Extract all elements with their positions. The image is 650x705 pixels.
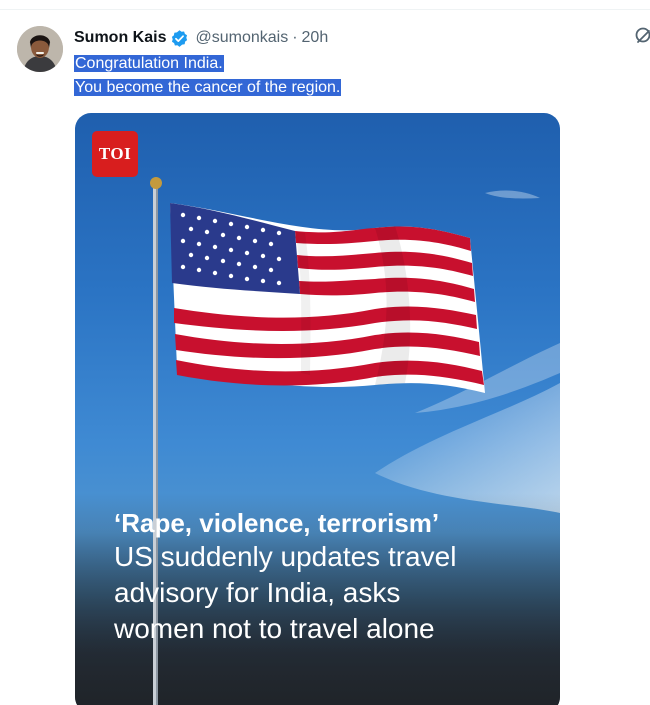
headline-bold: ‘Rape, violence, terrorism’ <box>114 508 440 538</box>
grok-icon[interactable] <box>634 26 650 46</box>
separator-dot: · <box>292 29 298 46</box>
tweet-media-image[interactable]: TOI ‘Rape, violence, terrorism’ US sudde… <box>75 113 560 705</box>
verified-badge-icon[interactable] <box>170 29 189 48</box>
headline-line-3: women not to travel alone <box>114 613 435 644</box>
top-divider <box>0 0 650 10</box>
media-headline: ‘Rape, violence, terrorism’ US suddenly … <box>114 507 554 647</box>
author-name[interactable]: Sumon Kais <box>74 29 166 47</box>
avatar[interactable] <box>17 26 63 72</box>
author-handle[interactable]: @sumonkais <box>195 29 288 47</box>
tweet-line-1: Congratulation India. <box>74 55 224 72</box>
tweet-timestamp[interactable]: 20h <box>302 29 329 47</box>
tweet-text: Congratulation India. You become the can… <box>74 52 342 100</box>
tweet-line-2: You become the cancer of the region. <box>74 79 342 96</box>
toi-logo: TOI <box>92 131 138 177</box>
headline-line-2: advisory for India, asks <box>114 577 401 608</box>
headline-line-1: US suddenly updates travel <box>114 541 457 572</box>
tweet-header: Sumon Kais @sumonkais · 20h <box>74 28 328 48</box>
